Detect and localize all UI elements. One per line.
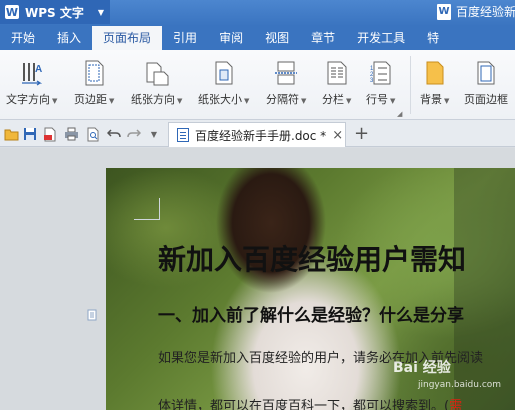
close-icon[interactable]: × [332,128,343,143]
paper-size-label: 纸张大小 [198,93,242,106]
page-border-icon [473,58,499,88]
chevron-down-icon: ▼ [97,7,104,17]
columns-icon [324,58,350,88]
columns-button[interactable]: 分栏 ▼ [322,58,351,107]
separator-icon [273,58,299,88]
ribbon-divider [410,56,411,114]
document-icon: W [437,3,451,20]
redo-icon[interactable] [126,126,142,142]
watermark-url: jingyan.baidu.com [418,380,502,390]
orientation-label: 纸张方向 [131,93,175,106]
columns-label: 分栏 [322,93,344,106]
tab-review[interactable]: 审阅 [208,26,254,50]
window-title-text: 百度经验新 [456,5,515,19]
menu-bar: 开始 插入 页面布局 引用 审阅 视图 章节 开发工具 特 [0,26,515,50]
doc-file-icon [177,128,189,142]
export-pdf-icon[interactable] [42,126,58,142]
title-bar: W WPS 文字 ▼ W 百度经验新 [0,0,515,26]
tab-page-layout[interactable]: 页面布局 [92,26,163,50]
page-border-button[interactable]: 页面边框 [464,58,508,107]
background-label: 背景 [420,93,442,106]
tab-developer[interactable]: 开发工具 [346,26,416,50]
window-title: W 百度经验新 [437,3,515,20]
tab-view[interactable]: 视图 [254,26,300,50]
paper-size-button[interactable]: 纸张大小 ▼ [198,58,249,107]
document-paragraph-2: 体详情，都可以在百度百科一下，都可以搜索到。(需 [158,399,463,410]
separator-label: 分隔符 [266,93,299,106]
line-numbers-icon: 123 [368,58,394,88]
tab-sections[interactable]: 章节 [300,26,346,50]
baidu-jingyan-watermark: Bai 经验 [393,360,451,376]
separator-button[interactable]: 分隔符 ▼ [266,58,306,107]
text-direction-button[interactable]: A 文字方向 ▼ [6,58,57,107]
background-button[interactable]: 背景 ▼ [420,58,449,107]
ribbon: A 文字方向 ▼ 页边距 ▼ 纸张方向 ▼ 纸张大小 ▼ 分隔符 ▼ 分栏 ▼ 123 [0,50,515,120]
undo-icon[interactable] [106,126,122,142]
print-preview-icon[interactable] [85,126,101,142]
line-numbers-button[interactable]: 123 行号 ▼ [366,58,395,107]
document-tab-title: 百度经验新手手册.doc * [195,128,327,143]
text-direction-label: 文字方向 [6,93,50,106]
wps-logo-icon: W [5,5,19,19]
svg-text:A: A [35,64,42,75]
app-name: WPS 文字 [25,5,84,20]
tab-home[interactable]: 开始 [0,26,46,50]
svg-text:3: 3 [370,78,374,84]
page-border-label: 页面边框 [464,93,508,106]
new-tab-button[interactable]: + [354,123,369,144]
margin-corner-mark [134,198,160,220]
paragraph-marker-icon[interactable] [87,306,99,321]
paper-size-icon [211,58,237,88]
quick-access-dropdown-icon[interactable]: ▼ [146,126,162,142]
document-tab-bar: ▼ 百度经验新手手册.doc * × + [0,120,515,147]
document-heading: 新加入百度经验用户需知 [158,243,467,276]
background-icon [422,58,448,88]
document-page[interactable]: 新加入百度经验用户需知 一、加入前了解什么是经验？什么是分享 如果您是新加入百度… [106,168,515,410]
orientation-icon [144,58,170,88]
document-tab[interactable]: 百度经验新手手册.doc * × [168,122,346,147]
text-direction-icon: A [19,58,45,88]
margins-label: 页边距 [74,93,107,106]
open-folder-icon[interactable] [3,126,19,142]
tab-references[interactable]: 引用 [162,26,208,50]
margins-icon [81,58,107,88]
orientation-button[interactable]: 纸张方向 ▼ [131,58,182,107]
tab-insert[interactable]: 插入 [46,26,92,50]
margins-button[interactable]: 页边距 ▼ [74,58,114,107]
app-menu-button[interactable]: W WPS 文字 ▼ [0,0,110,24]
save-icon[interactable] [22,126,38,142]
tab-special[interactable]: 特 [416,26,450,50]
print-icon[interactable] [63,126,79,142]
line-numbers-label: 行号 [366,93,388,106]
document-subheading: 一、加入前了解什么是经验？什么是分享 [158,306,464,326]
page-setup-dialog-launcher[interactable]: ◢ [397,110,402,118]
